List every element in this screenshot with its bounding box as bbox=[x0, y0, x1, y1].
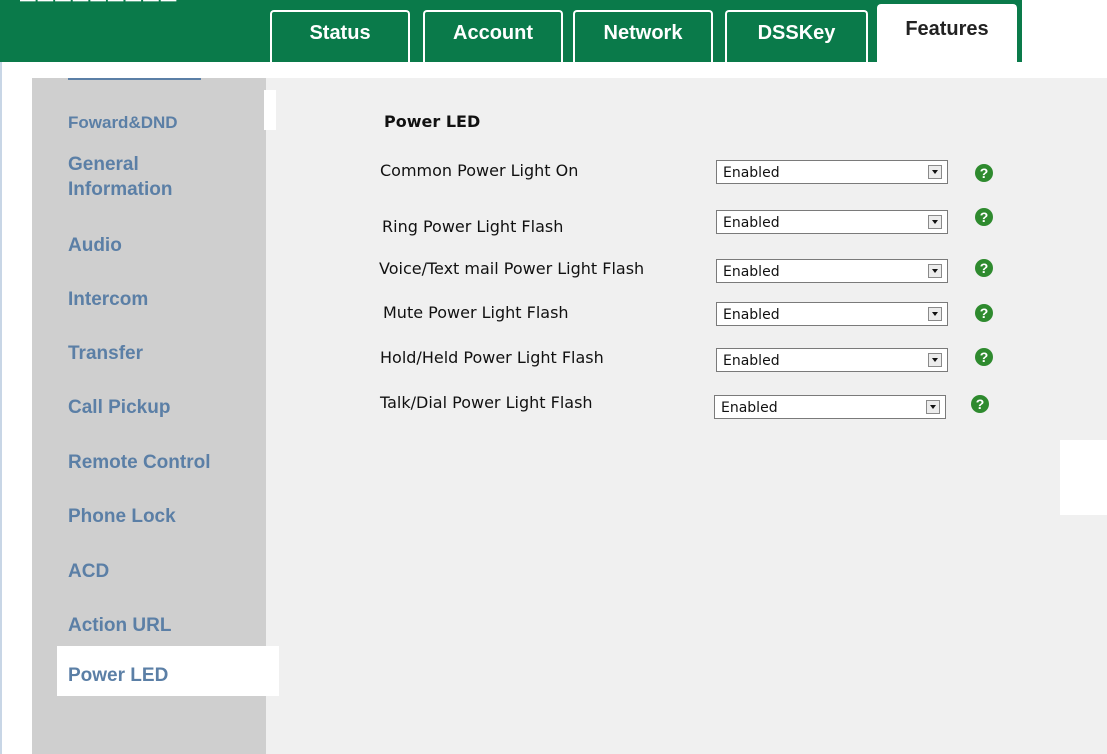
chevron-down-icon[interactable] bbox=[928, 307, 942, 321]
help-icon[interactable]: ? bbox=[975, 348, 993, 366]
label-mute-power-light-flash: Mute Power Light Flash bbox=[383, 303, 569, 322]
page-left-border bbox=[0, 62, 2, 754]
sidebar-item-cutoff: ▬▬▬▬▬▬▬ bbox=[68, 78, 238, 88]
tab-network[interactable]: Network bbox=[573, 10, 713, 62]
tab-account[interactable]: Account bbox=[423, 10, 563, 62]
select-value: Enabled bbox=[723, 215, 780, 231]
tab-dsskey[interactable]: DSSKey bbox=[725, 10, 868, 62]
select-hold-held-power-light-flash[interactable]: Enabled bbox=[716, 348, 948, 372]
chevron-down-icon[interactable] bbox=[928, 264, 942, 278]
select-voice-text-mail-power-light-flash[interactable]: Enabled bbox=[716, 259, 948, 283]
sidebar-item-information[interactable]: Information bbox=[68, 178, 173, 202]
sidebar-item-action-url[interactable]: Action URL bbox=[68, 614, 171, 638]
sidebar-item-call-pickup[interactable]: Call Pickup bbox=[68, 396, 170, 420]
sidebar-item-intercom[interactable]: Intercom bbox=[68, 288, 148, 312]
label-talk-dial-power-light-flash: Talk/Dial Power Light Flash bbox=[380, 393, 593, 412]
select-value: Enabled bbox=[723, 264, 780, 280]
help-icon[interactable]: ? bbox=[975, 208, 993, 226]
tab-features[interactable]: Features bbox=[877, 4, 1017, 62]
select-mute-power-light-flash[interactable]: Enabled bbox=[716, 302, 948, 326]
help-icon[interactable]: ? bbox=[975, 164, 993, 182]
sidebar-top-highlight bbox=[264, 90, 276, 130]
label-ring-power-light-flash: Ring Power Light Flash bbox=[382, 217, 564, 236]
help-icon[interactable]: ? bbox=[975, 259, 993, 277]
select-talk-dial-power-light-flash[interactable]: Enabled bbox=[714, 395, 946, 419]
panel-notch bbox=[1060, 440, 1107, 515]
label-voice-text-mail-power-light-flash: Voice/Text mail Power Light Flash bbox=[379, 259, 645, 278]
chevron-down-icon[interactable] bbox=[928, 353, 942, 367]
sidebar-item-general[interactable]: General bbox=[68, 153, 139, 177]
select-common-power-light-on[interactable]: Enabled bbox=[716, 160, 948, 184]
sidebar-item-audio[interactable]: Audio bbox=[68, 234, 122, 258]
label-hold-held-power-light-flash: Hold/Held Power Light Flash bbox=[380, 348, 604, 367]
help-icon[interactable]: ? bbox=[975, 304, 993, 322]
brand-logo-partial: ▀▀▀▀▀▀▀▀▀ bbox=[20, 0, 179, 13]
chevron-down-icon[interactable] bbox=[928, 165, 942, 179]
section-title: Power LED bbox=[384, 112, 481, 131]
select-value: Enabled bbox=[721, 400, 778, 416]
chevron-down-icon[interactable] bbox=[928, 215, 942, 229]
select-ring-power-light-flash[interactable]: Enabled bbox=[716, 210, 948, 234]
sidebar-item-forward-dnd[interactable]: Foward&DND bbox=[68, 111, 178, 135]
sidebar-item-phone-lock[interactable]: Phone Lock bbox=[68, 505, 176, 529]
header-divider bbox=[1017, 62, 1022, 74]
chevron-down-icon[interactable] bbox=[926, 400, 940, 414]
select-value: Enabled bbox=[723, 307, 780, 323]
sidebar-item-transfer[interactable]: Transfer bbox=[68, 342, 143, 366]
sidebar-item-acd[interactable]: ACD bbox=[68, 560, 109, 584]
help-icon[interactable]: ? bbox=[971, 395, 989, 413]
label-common-power-light-on: Common Power Light On bbox=[380, 161, 579, 180]
tab-status[interactable]: Status bbox=[270, 10, 410, 62]
select-value: Enabled bbox=[723, 353, 780, 369]
sidebar-item-power-led[interactable]: Power LED bbox=[68, 664, 168, 688]
select-value: Enabled bbox=[723, 165, 780, 181]
sidebar-item-remote-control[interactable]: Remote Control bbox=[68, 451, 211, 475]
